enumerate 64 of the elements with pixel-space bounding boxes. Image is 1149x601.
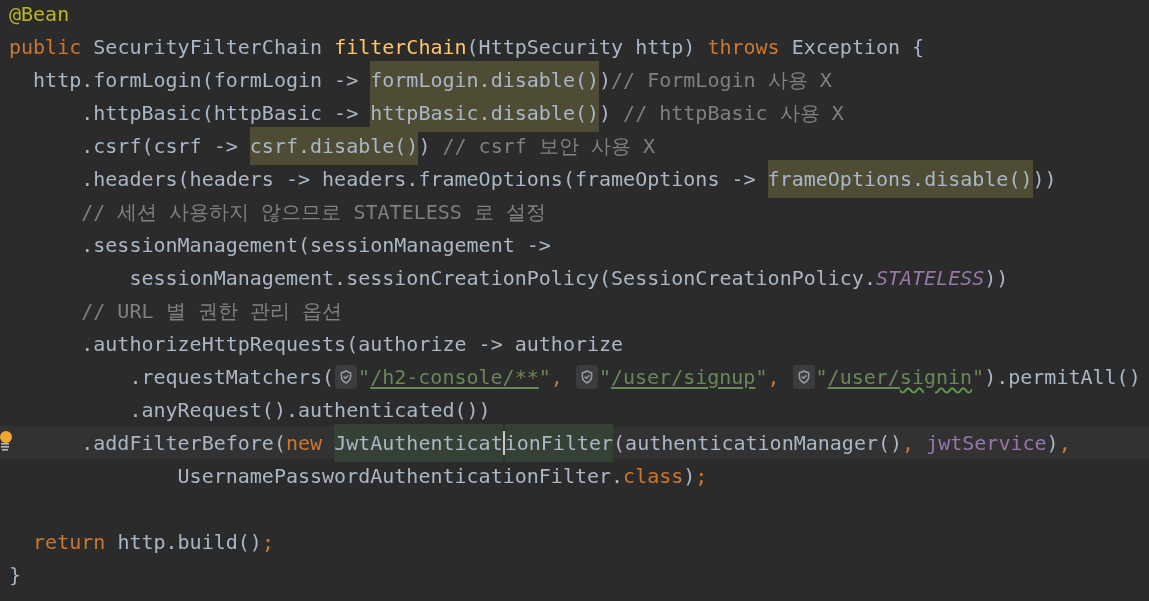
code-comment: // httpBasic 사용 X — [623, 99, 844, 127]
keyword: new — [285, 429, 324, 457]
shield-icon — [792, 364, 815, 389]
string-quote: " — [538, 363, 551, 391]
code-text: ) — [683, 462, 696, 490]
keyword: , — [767, 363, 781, 391]
keyword: , — [1058, 429, 1071, 457]
shield-icon — [335, 364, 358, 389]
code-text: .requestMatchers( — [128, 363, 335, 391]
string-quote: " — [598, 363, 611, 391]
code-comment: // URL 별 권한 관리 옵션 — [80, 297, 342, 325]
lightbulb-icon[interactable] — [0, 430, 14, 452]
code-text: .sessionManagement(sessionManagement -> — [80, 231, 551, 259]
string-quote: " — [815, 363, 828, 391]
highlighted-code: JwtAuthenticat — [334, 423, 503, 462]
text-cursor — [502, 430, 505, 455]
keyword: return — [32, 528, 107, 556]
code-text: } — [9, 561, 22, 589]
url-string: /user/signup — [610, 363, 756, 391]
code-text: (HttpSecurity http) — [466, 33, 697, 61]
annotation: @Bean — [9, 0, 70, 28]
code-text: ) — [1046, 429, 1059, 457]
code-comment: // FormLogin 사용 X — [611, 66, 832, 94]
code-text: ) — [599, 99, 613, 127]
code-text: SecurityFilterChain — [93, 33, 324, 61]
code-text: Exception { — [791, 33, 925, 61]
constant: STATELESS — [875, 264, 985, 292]
keyword: , — [902, 429, 916, 457]
field-name: jwtService — [926, 429, 1047, 457]
code-text: .authorizeHttpRequests(authorize -> authorize — [80, 330, 624, 358]
code-text: ) — [599, 66, 612, 94]
keyword: , — [550, 363, 564, 391]
code-text: http.build() — [117, 528, 262, 556]
keyword: throws — [707, 33, 781, 61]
highlighted-code: frameOptions.disable() — [767, 159, 1033, 198]
highlighted-code: ionFilter — [504, 423, 614, 462]
url-string: signin — [899, 363, 973, 391]
code-text: (authenticationManager() — [613, 429, 903, 457]
keyword: public — [9, 33, 83, 61]
highlighted-code: csrf.disable() — [249, 126, 419, 165]
string-quote: " — [972, 363, 985, 391]
code-text: ) — [418, 132, 432, 160]
code-text: .anyRequest().authenticated()) — [128, 396, 491, 424]
code-text: UsernamePasswordAuthenticationFilter. — [176, 462, 624, 490]
code-comment: // csrf 보안 사용 X — [442, 132, 655, 160]
method-name: filterChain — [334, 33, 467, 61]
url-string: /h2-console/** — [370, 363, 539, 391]
keyword: ; — [695, 462, 708, 490]
string-quote: " — [755, 363, 768, 391]
code-text: .httpBasic(httpBasic -> — [80, 99, 360, 127]
string-quote: " — [358, 363, 371, 391]
code-text: .addFilterBefore( — [80, 429, 286, 457]
code-text: http.formLogin(formLogin -> — [32, 66, 360, 94]
keyword: class — [623, 462, 684, 490]
shield-icon — [575, 364, 598, 389]
code-text: sessionManagement.sessionCreationPolicy(SessionCreationPolicy. — [128, 264, 876, 292]
code-text: )) — [1032, 165, 1057, 193]
code-text: )) — [984, 264, 1009, 292]
code-comment: // 세션 사용하지 않으므로 STATELESS 로 설정 — [80, 198, 546, 226]
code-text: ).permitAll() — [984, 363, 1141, 391]
code-text: .headers(headers -> headers.frameOptions(frameOptions -> — [80, 165, 757, 193]
code-text: .csrf(csrf -> — [80, 132, 239, 160]
keyword: ; — [261, 528, 274, 556]
url-string: /user/ — [827, 363, 900, 391]
